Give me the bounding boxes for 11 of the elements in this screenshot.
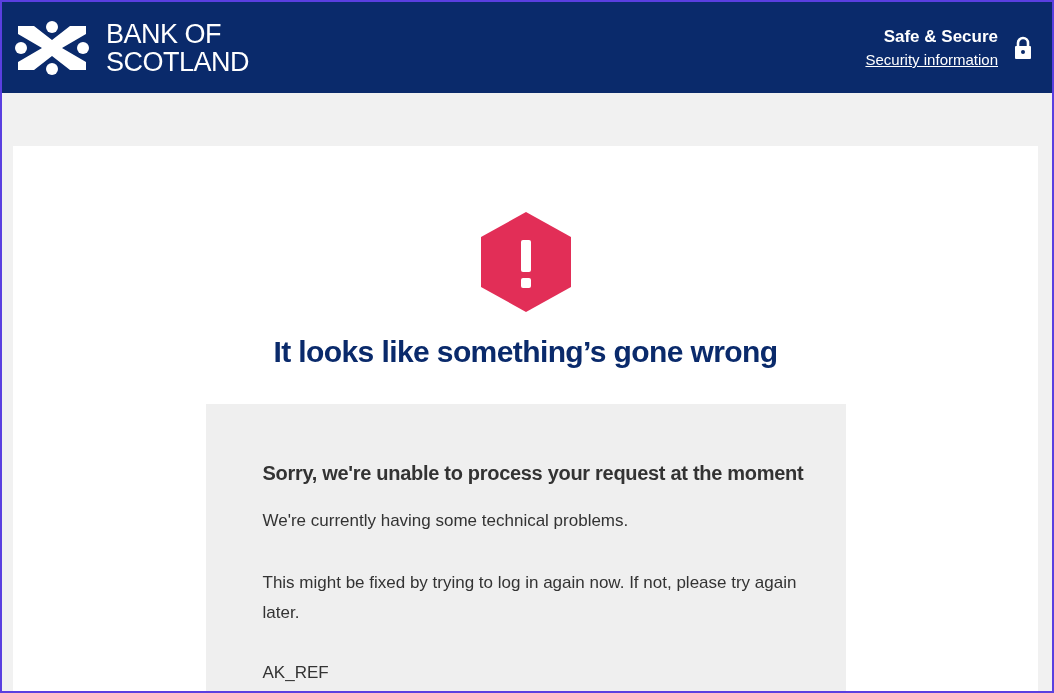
- message-text: We're currently having some technical problems.: [262, 510, 630, 532]
- logo-icon: [14, 19, 90, 76]
- message-heading: Sorry, we're unable to process your request at the moment: [262, 461, 805, 486]
- error-title: It looks like something’s gone wrong: [272, 334, 779, 370]
- padlock-icon: [1014, 35, 1032, 60]
- message-text: This might be fixed by trying to log in again now. If not, please try again later.: [262, 572, 798, 624]
- security-title: Safe & Secure: [882, 25, 998, 48]
- security-link[interactable]: Security information: [865, 49, 998, 72]
- logo-text: BANK OF SCOTLAND: [106, 19, 250, 76]
- reference-code: AK_REF: [262, 662, 330, 684]
- warning-icon: [480, 212, 571, 312]
